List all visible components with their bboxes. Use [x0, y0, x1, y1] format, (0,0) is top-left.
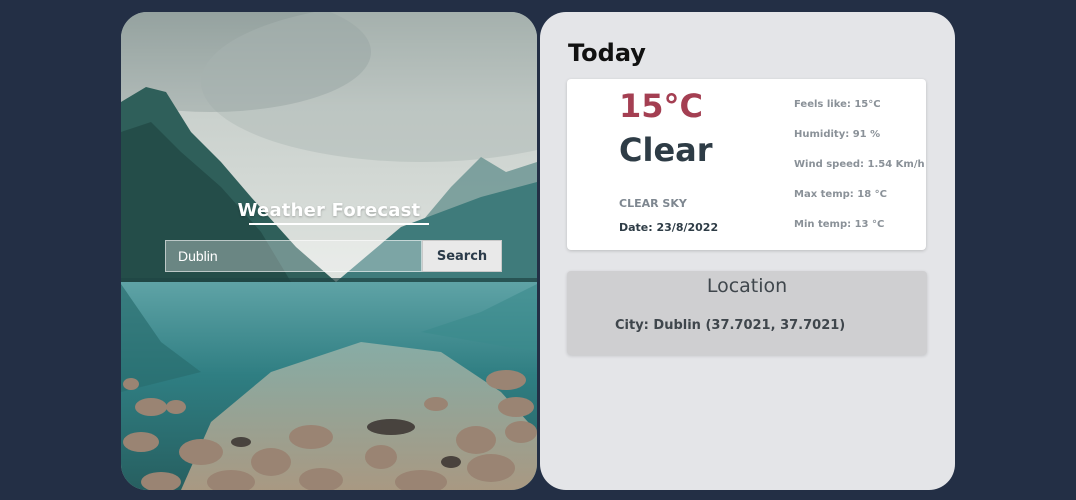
forecast-panel: Today 15°C Clear CLEAR SKY Date: 23/8/20… — [540, 12, 955, 490]
city-search-input[interactable] — [165, 240, 422, 272]
humidity-stat: Humidity: 91 % — [794, 129, 881, 140]
max-temp-stat: Max temp: 18 °C — [794, 189, 887, 200]
search-panel: Weather Forecast Search — [121, 12, 537, 490]
today-heading: Today — [568, 39, 646, 67]
location-card: Location City: Dublin (37.7021, 37.7021) — [567, 271, 927, 355]
title-underline — [249, 223, 429, 225]
weather-app: Weather Forecast Search Today 15°C Clear… — [0, 0, 1076, 500]
wind-speed-stat: Wind speed: 1.54 Km/h — [794, 159, 925, 170]
forecast-date: Date: 23/8/2022 — [619, 221, 719, 234]
search-button[interactable]: Search — [422, 240, 502, 272]
feels-like-stat: Feels like: 15°C — [794, 99, 881, 110]
city-coordinates: City: Dublin (37.7021, 37.7021) — [615, 318, 846, 333]
min-temp-stat: Min temp: 13 °C — [794, 219, 885, 230]
weather-condition: Clear — [619, 131, 713, 169]
weather-description: CLEAR SKY — [619, 197, 687, 210]
location-heading: Location — [706, 275, 788, 297]
current-temperature: 15°C — [619, 87, 704, 125]
current-weather-card: 15°C Clear CLEAR SKY Date: 23/8/2022 Fee… — [567, 79, 926, 250]
app-title: Weather Forecast — [237, 200, 421, 221]
